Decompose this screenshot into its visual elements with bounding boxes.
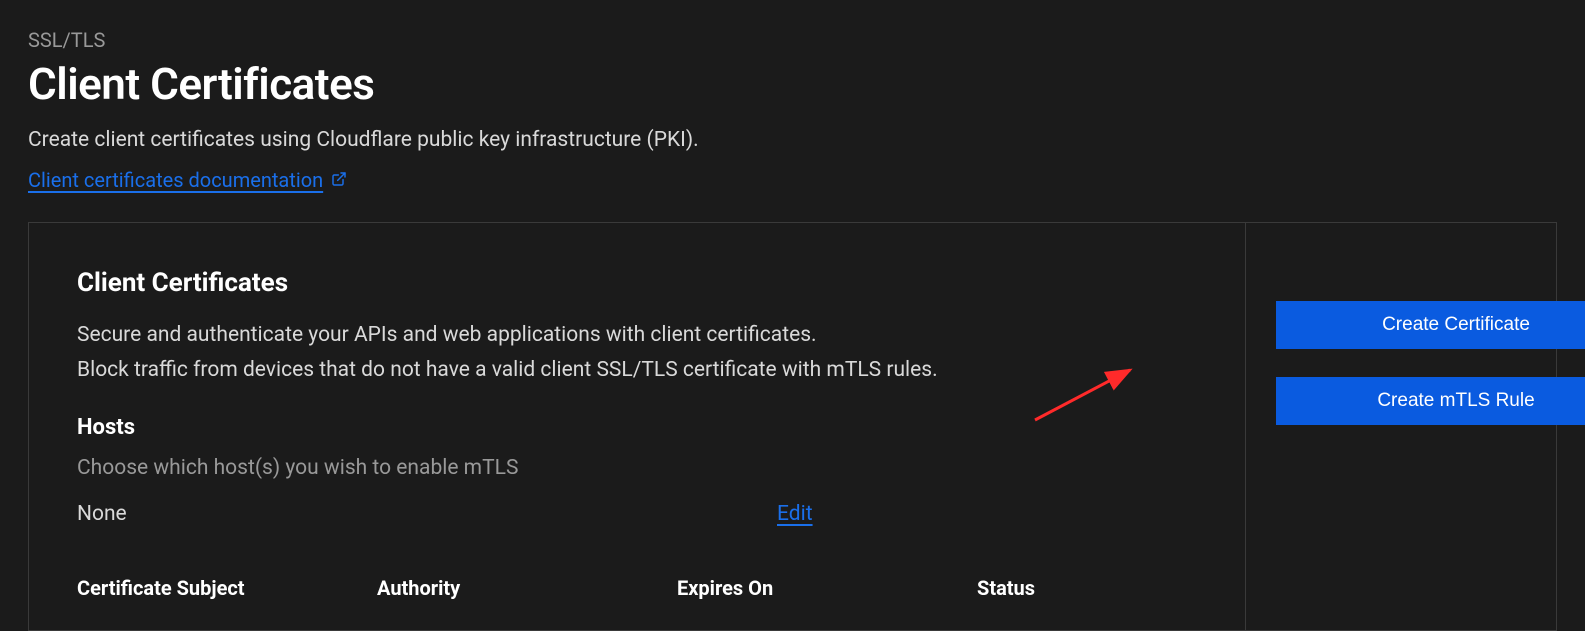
create-certificate-button[interactable]: Create Certificate bbox=[1276, 301, 1585, 349]
card-left-panel: Client Certificates Secure and authentic… bbox=[29, 223, 1246, 630]
card-title: Client Certificates bbox=[77, 268, 1197, 298]
create-mtls-rule-button[interactable]: Create mTLS Rule bbox=[1276, 377, 1585, 425]
external-link-icon bbox=[331, 168, 347, 192]
th-certificate-subject: Certificate Subject bbox=[77, 576, 377, 600]
card-description: Secure and authenticate your APIs and we… bbox=[77, 318, 1197, 387]
hosts-row: None Edit bbox=[77, 502, 1197, 526]
documentation-link-text: Client certificates documentation bbox=[28, 168, 323, 192]
edit-hosts-link[interactable]: Edit bbox=[777, 502, 813, 526]
hosts-title: Hosts bbox=[77, 415, 1197, 440]
card-right-panel: Create Certificate Create mTLS Rule bbox=[1246, 223, 1585, 630]
card-description-line1: Secure and authenticate your APIs and we… bbox=[77, 323, 817, 347]
hosts-value: None bbox=[77, 502, 777, 526]
th-status: Status bbox=[977, 576, 1177, 600]
card-description-line2: Block traffic from devices that do not h… bbox=[77, 358, 938, 382]
page-description: Create client certificates using Cloudfl… bbox=[28, 128, 1557, 152]
client-certificates-card: Client Certificates Secure and authentic… bbox=[28, 222, 1557, 631]
th-authority: Authority bbox=[377, 576, 677, 600]
certificate-table-header: Certificate Subject Authority Expires On… bbox=[77, 526, 1197, 600]
documentation-link[interactable]: Client certificates documentation bbox=[28, 168, 347, 192]
th-expires-on: Expires On bbox=[677, 576, 977, 600]
page-title: Client Certificates bbox=[28, 58, 1557, 110]
hosts-description: Choose which host(s) you wish to enable … bbox=[77, 456, 1197, 480]
breadcrumb: SSL/TLS bbox=[28, 28, 1557, 52]
